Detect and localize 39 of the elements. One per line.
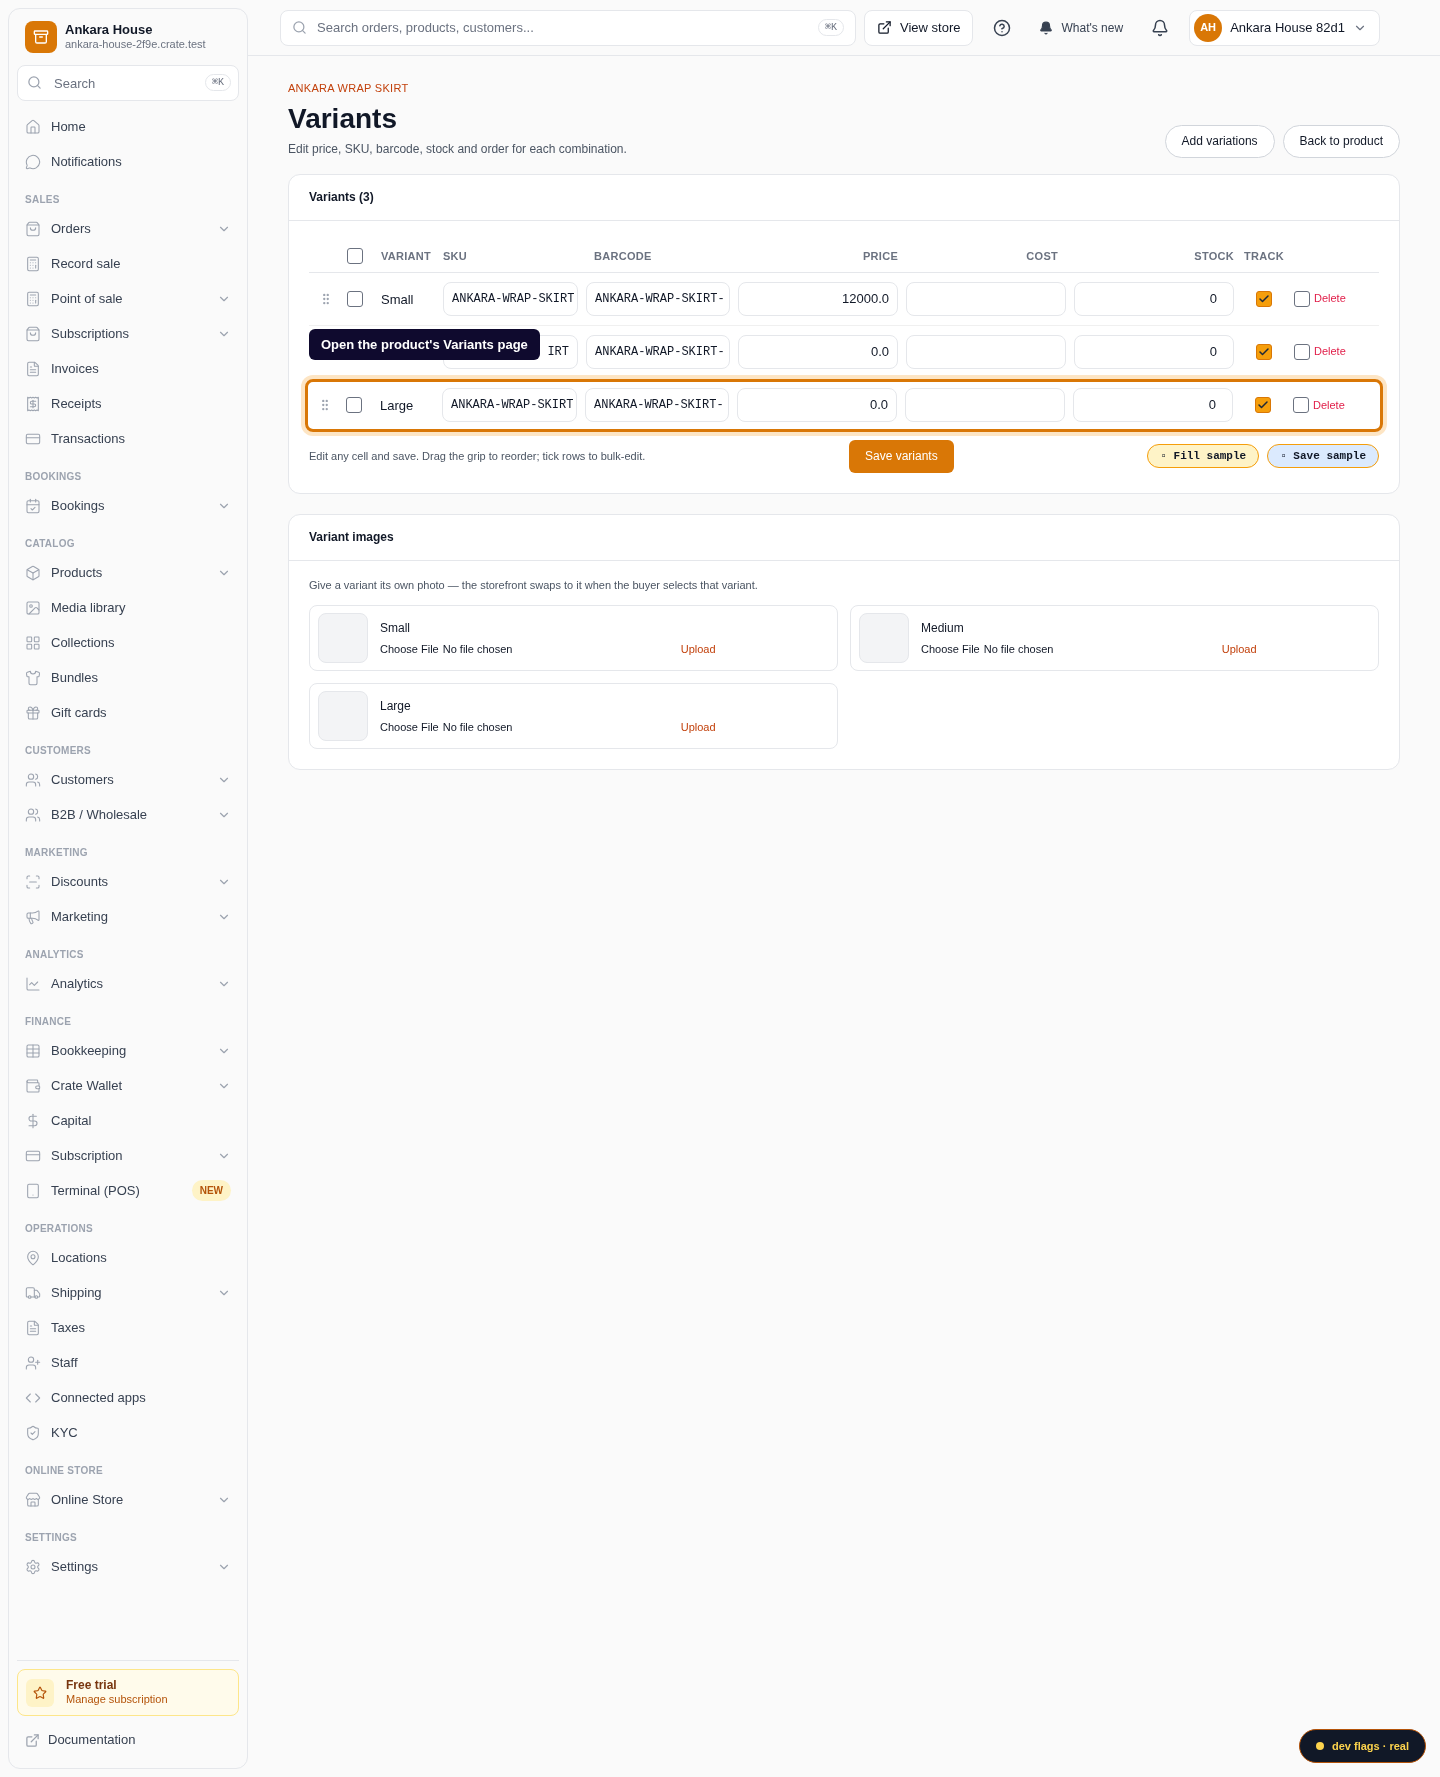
store-name: Ankara House xyxy=(65,22,154,39)
section-heading: SETTINGS xyxy=(24,1531,78,1545)
user-avatar: AH xyxy=(1194,13,1223,42)
card-title: Variants (3) xyxy=(309,189,374,206)
tooltip: Open the product's Variants page xyxy=(309,328,540,360)
table-hint: Edit any cell and save. Drag the grip to reorder; tick rows to bulk-edit. xyxy=(309,448,647,464)
column-header: PRICE xyxy=(862,248,898,264)
card-title: Variant images xyxy=(309,529,394,546)
store-domain: ankara-house-2f9e.crate.test xyxy=(65,38,206,52)
column-header: BARCODE xyxy=(593,248,653,264)
section-heading: MARKETING xyxy=(24,846,89,860)
trial-subtitle: Manage subscription xyxy=(66,1693,168,1707)
column-header: STOCK xyxy=(1193,248,1234,264)
column-header: TRACK xyxy=(1243,248,1285,264)
column-header: SKU xyxy=(443,248,469,264)
section-heading: CUSTOMERS xyxy=(24,744,92,758)
file-status: No file chosen xyxy=(442,719,514,735)
images-hint: Give a variant its own photo — the storefront swaps to it when the buyer selects that variant. xyxy=(309,577,759,593)
variant-name: Small xyxy=(380,619,411,637)
file-status: No file chosen xyxy=(983,641,1055,657)
variant-name: Medium xyxy=(921,619,965,637)
variant-name: Small xyxy=(381,291,414,307)
section-heading: SALES xyxy=(24,193,61,207)
section-heading: BOOKINGS xyxy=(24,470,83,484)
file-status: No file chosen xyxy=(442,641,514,657)
page-title: Variants xyxy=(288,101,398,136)
trial-title: Free trial xyxy=(66,1678,118,1694)
section-heading: FINANCE xyxy=(24,1015,73,1029)
variant-name: Large xyxy=(380,697,412,715)
page-subtitle: Edit price, SKU, barcode, stock and order for each combination. xyxy=(288,140,627,158)
product-eyebrow: ANKARA WRAP SKIRT xyxy=(288,81,410,96)
variant-name: Large xyxy=(380,398,414,413)
section-heading: OPERATIONS xyxy=(24,1222,94,1236)
section-heading: ANALYTICS xyxy=(24,948,85,962)
column-header: VARIANT xyxy=(381,248,432,264)
new-badge: NEW xyxy=(191,1180,231,1201)
section-heading: ONLINE STORE xyxy=(24,1464,104,1478)
section-heading: CATALOG xyxy=(24,537,76,551)
column-header: COST xyxy=(1025,248,1059,264)
